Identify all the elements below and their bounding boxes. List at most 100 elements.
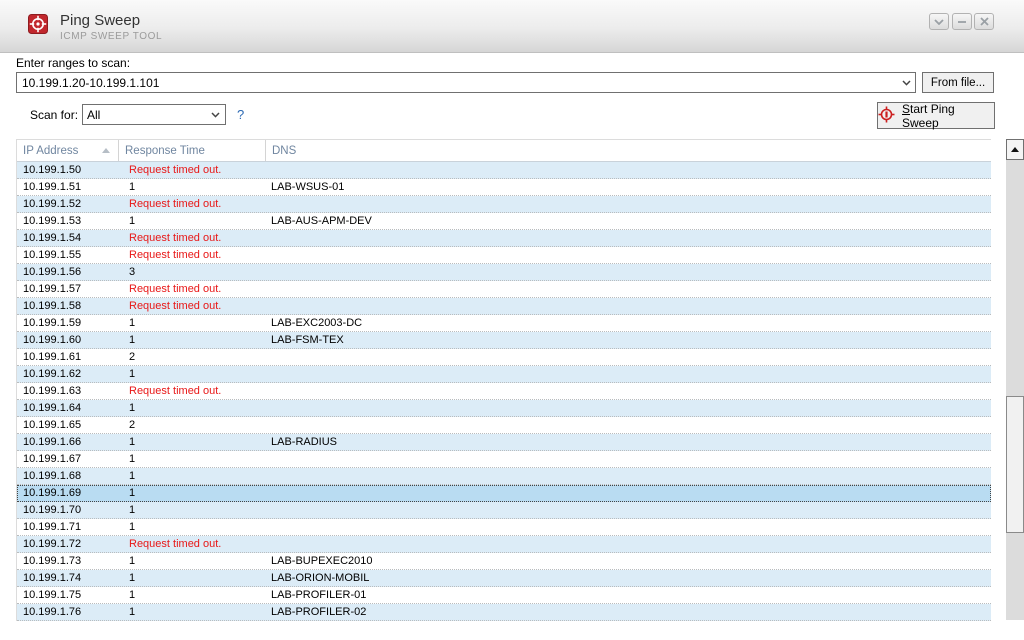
cell-ip-address: 10.199.1.69 (17, 485, 119, 501)
table-row[interactable]: 10.199.1.621 (17, 366, 991, 383)
ranges-value: 10.199.1.20-10.199.1.101 (17, 76, 897, 90)
cell-response-time: 1 (119, 553, 266, 569)
cell-dns: LAB-PROFILER-02 (266, 604, 991, 620)
table-row[interactable]: 10.199.1.563 (17, 264, 991, 281)
table-row[interactable]: 10.199.1.711 (17, 519, 991, 536)
cell-dns (266, 400, 991, 416)
chevron-down-icon (934, 19, 944, 25)
results-table: IP Address Response Time DNS 10.199.1.50… (16, 139, 991, 621)
table-row[interactable]: 10.199.1.54Request timed out. (17, 230, 991, 247)
cell-dns (266, 383, 991, 399)
cell-ip-address: 10.199.1.55 (17, 247, 119, 263)
cell-dns: LAB-PROFILER-01 (266, 587, 991, 603)
cell-response-time: Request timed out. (119, 162, 266, 178)
combo-dropdown-arrow-icon[interactable] (897, 80, 915, 86)
table-row[interactable]: 10.199.1.701 (17, 502, 991, 519)
cell-dns (266, 502, 991, 518)
cell-response-time: Request timed out. (119, 247, 266, 263)
table-row[interactable]: 10.199.1.72Request timed out. (17, 536, 991, 553)
table-row[interactable]: 10.199.1.681 (17, 468, 991, 485)
table-row[interactable]: 10.199.1.531LAB-AUS-APM-DEV (17, 213, 991, 230)
table-row[interactable]: 10.199.1.671 (17, 451, 991, 468)
cell-response-time: 1 (119, 179, 266, 195)
cell-response-time: Request timed out. (119, 230, 266, 246)
cell-response-time: 1 (119, 434, 266, 450)
table-row[interactable]: 10.199.1.641 (17, 400, 991, 417)
cell-ip-address: 10.199.1.52 (17, 196, 119, 212)
table-row[interactable]: 10.199.1.591LAB-EXC2003-DC (17, 315, 991, 332)
crosshair-target-icon (878, 106, 895, 126)
minimize-icon (957, 19, 967, 25)
cell-response-time: 1 (119, 332, 266, 348)
table-row[interactable]: 10.199.1.58Request timed out. (17, 298, 991, 315)
table-row[interactable]: 10.199.1.63Request timed out. (17, 383, 991, 400)
minimize-button[interactable] (952, 13, 972, 30)
start-ping-sweep-button[interactable]: Start Ping Sweep (877, 102, 995, 129)
window-subtitle: ICMP SWEEP TOOL (60, 31, 162, 42)
cell-response-time: 1 (119, 451, 266, 467)
cell-dns: LAB-AUS-APM-DEV (266, 213, 991, 229)
table-row[interactable]: 10.199.1.612 (17, 349, 991, 366)
scroll-up-arrow-icon (1011, 147, 1019, 152)
column-header-dns[interactable]: DNS (266, 140, 991, 161)
cell-response-time: Request timed out. (119, 298, 266, 314)
column-header-response-time[interactable]: Response Time (119, 140, 266, 161)
cell-response-time: 1 (119, 213, 266, 229)
scan-for-select[interactable]: All (82, 104, 226, 125)
select-dropdown-arrow-icon[interactable] (205, 112, 225, 118)
cell-dns (266, 281, 991, 297)
scrollbar-track[interactable] (1006, 160, 1024, 620)
cell-dns (266, 298, 991, 314)
table-row[interactable]: 10.199.1.50Request timed out. (17, 162, 991, 179)
table-header-row: IP Address Response Time DNS (17, 140, 991, 162)
table-row[interactable]: 10.199.1.761LAB-PROFILER-02 (17, 604, 991, 621)
ranges-combobox[interactable]: 10.199.1.20-10.199.1.101 (16, 72, 916, 93)
cell-ip-address: 10.199.1.75 (17, 587, 119, 603)
cell-dns (266, 519, 991, 535)
table-row[interactable]: 10.199.1.751LAB-PROFILER-01 (17, 587, 991, 604)
cell-dns: LAB-RADIUS (266, 434, 991, 450)
table-row[interactable]: 10.199.1.731LAB-BUPEXEC2010 (17, 553, 991, 570)
cell-dns (266, 264, 991, 280)
table-row[interactable]: 10.199.1.55Request timed out. (17, 247, 991, 264)
cell-dns: LAB-EXC2003-DC (266, 315, 991, 331)
cell-ip-address: 10.199.1.70 (17, 502, 119, 518)
cell-ip-address: 10.199.1.72 (17, 536, 119, 552)
cell-ip-address: 10.199.1.58 (17, 298, 119, 314)
table-body: 10.199.1.50Request timed out.10.199.1.51… (17, 162, 991, 621)
cell-response-time: 1 (119, 587, 266, 603)
cell-response-time: 1 (119, 570, 266, 586)
vertical-scrollbar[interactable] (1006, 139, 1024, 620)
cell-ip-address: 10.199.1.67 (17, 451, 119, 467)
window-title: Ping Sweep (60, 12, 162, 29)
table-row[interactable]: 10.199.1.601LAB-FSM-TEX (17, 332, 991, 349)
table-row[interactable]: 10.199.1.652 (17, 417, 991, 434)
table-row[interactable]: 10.199.1.511LAB-WSUS-01 (17, 179, 991, 196)
help-link[interactable]: ? (237, 107, 244, 122)
table-row[interactable]: 10.199.1.52Request timed out. (17, 196, 991, 213)
title-bar: Ping Sweep ICMP SWEEP TOOL (0, 0, 1024, 53)
cell-dns (266, 536, 991, 552)
cell-dns (266, 366, 991, 382)
cell-ip-address: 10.199.1.51 (17, 179, 119, 195)
table-row[interactable]: 10.199.1.741LAB-ORION-MOBIL (17, 570, 991, 587)
cell-ip-address: 10.199.1.56 (17, 264, 119, 280)
cell-response-time: Request timed out. (119, 196, 266, 212)
cell-dns (266, 451, 991, 467)
close-button[interactable] (974, 13, 994, 30)
scroll-up-button[interactable] (1006, 139, 1024, 160)
table-row[interactable]: 10.199.1.57Request timed out. (17, 281, 991, 298)
table-row[interactable]: 10.199.1.691 (17, 485, 991, 502)
window-menu-button[interactable] (929, 13, 949, 30)
cell-response-time: 1 (119, 366, 266, 382)
cell-dns (266, 196, 991, 212)
cell-response-time: 1 (119, 468, 266, 484)
table-row[interactable]: 10.199.1.661LAB-RADIUS (17, 434, 991, 451)
scrollbar-thumb[interactable] (1006, 396, 1024, 533)
cell-response-time: 2 (119, 417, 266, 433)
from-file-button[interactable]: From file... (922, 72, 994, 93)
cell-response-time: 1 (119, 485, 266, 501)
cell-dns (266, 468, 991, 484)
cell-ip-address: 10.199.1.61 (17, 349, 119, 365)
column-header-ip-address[interactable]: IP Address (17, 140, 119, 161)
